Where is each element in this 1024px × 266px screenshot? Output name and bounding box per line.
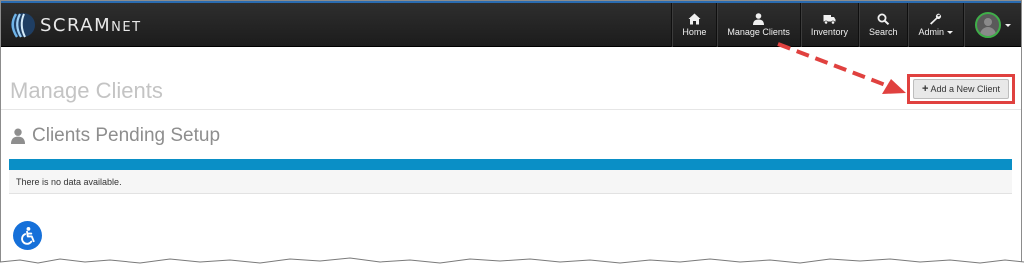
- nav-search[interactable]: Search: [857, 3, 908, 47]
- main-nav: Home Manage Clients Inventory Search Adm…: [671, 3, 1021, 47]
- nav-search-label: Search: [868, 27, 898, 37]
- top-navbar: SCRAMNET Home Manage Clients Inventory S…: [1, 1, 1021, 47]
- wrench-icon: [930, 13, 942, 25]
- nav-inventory-label: Inventory: [810, 27, 848, 37]
- add-new-client-button[interactable]: + Add a New Client: [913, 79, 1009, 99]
- chevron-down-icon: [1004, 23, 1011, 27]
- truck-icon: [823, 15, 836, 25]
- section-title-text: Clients Pending Setup: [32, 125, 221, 146]
- scram-swoosh-logo-icon: [11, 13, 35, 38]
- torn-edge-decoration: [0, 257, 1024, 266]
- search-icon: [877, 13, 889, 25]
- home-icon: [688, 13, 701, 25]
- empty-table-message: There is no data available.: [16, 177, 122, 187]
- page-header: Manage Clients: [1, 74, 1021, 110]
- section-title: Clients Pending Setup: [10, 124, 220, 148]
- brand-name-main: SCRAM: [40, 14, 112, 36]
- page-title: Manage Clients: [10, 78, 163, 103]
- nav-home-label: Home: [682, 27, 707, 37]
- chevron-down-icon: [947, 31, 953, 35]
- nav-manage-clients-label: Manage Clients: [727, 27, 790, 37]
- user-icon: [753, 13, 765, 25]
- nav-admin[interactable]: Admin: [907, 3, 963, 47]
- nav-admin-text: Admin: [918, 27, 944, 37]
- add-new-client-label: Add a New Client: [930, 84, 1000, 94]
- nav-manage-clients[interactable]: Manage Clients: [716, 3, 800, 47]
- accessibility-icon: [21, 226, 35, 245]
- clients-table-body: There is no data available.: [9, 170, 1012, 194]
- user-icon: [11, 128, 25, 144]
- nav-inventory[interactable]: Inventory: [799, 3, 858, 47]
- nav-home[interactable]: Home: [671, 3, 716, 47]
- brand-wordmark: SCRAMNET: [40, 15, 142, 36]
- avatar-body: [979, 27, 996, 36]
- avatar-head: [983, 18, 992, 26]
- avatar-icon: [974, 12, 1001, 38]
- nav-admin-label: Admin: [918, 27, 953, 37]
- brand-name-suffix: NET: [111, 19, 142, 35]
- brand-logo[interactable]: SCRAMNET: [10, 10, 142, 40]
- clients-table-header: [9, 159, 1012, 170]
- user-menu[interactable]: [963, 3, 1021, 47]
- accessibility-button[interactable]: [13, 221, 42, 250]
- plus-icon: +: [922, 83, 929, 95]
